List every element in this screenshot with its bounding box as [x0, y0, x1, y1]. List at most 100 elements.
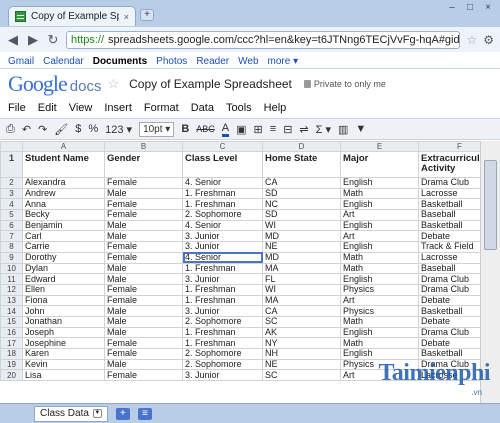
table-cell[interactable]: English [340, 177, 419, 189]
font-size-dropdown[interactable]: 10pt ▾ [139, 121, 175, 137]
table-cell[interactable]: English [340, 219, 419, 232]
row-number[interactable]: 10 [0, 262, 23, 275]
row-number[interactable]: 1 [0, 151, 23, 178]
align-icon[interactable]: ≡ [270, 123, 276, 135]
table-cell[interactable]: Male [104, 219, 183, 232]
row-number[interactable]: 8 [0, 241, 23, 253]
reload-icon[interactable]: ↻ [46, 32, 60, 48]
table-cell[interactable]: Female [104, 241, 183, 253]
table-cell[interactable]: SD [262, 187, 341, 200]
table-cell[interactable]: Fiona [22, 294, 105, 307]
close-tab-icon[interactable]: × [124, 12, 129, 22]
bookmark-star-icon[interactable]: ☆ [466, 33, 477, 47]
table-cell[interactable]: NH [262, 348, 341, 360]
table-cell[interactable]: Lisa [22, 369, 105, 382]
table-cell[interactable]: Male [104, 358, 183, 371]
table-cell[interactable]: Physics [340, 305, 419, 317]
row-number[interactable]: 5 [0, 209, 23, 221]
table-cell[interactable]: 2. Sophomore [182, 358, 263, 371]
menu-format[interactable]: Format [144, 102, 179, 114]
row-number[interactable]: 7 [0, 230, 23, 243]
table-cell[interactable]: Carl [22, 230, 105, 243]
table-cell[interactable]: 3. Junior [182, 369, 263, 382]
menu-file[interactable]: File [8, 102, 26, 114]
gbar-link-web[interactable]: Web [238, 56, 258, 67]
row-number[interactable]: 11 [0, 273, 23, 285]
doc-title[interactable]: Copy of Example Spreadsheet [129, 77, 292, 91]
table-cell[interactable]: NE [262, 358, 341, 371]
table-cell[interactable]: 1. Freshman [182, 294, 263, 307]
wrap-icon[interactable]: ⇌ [299, 123, 308, 136]
row-number[interactable]: 6 [0, 219, 23, 232]
table-cell[interactable]: 3. Junior [182, 241, 263, 253]
menu-insert[interactable]: Insert [104, 102, 132, 114]
wrench-icon[interactable]: ⚙ [483, 33, 494, 47]
column-header[interactable]: A [22, 141, 105, 152]
merge-icon[interactable]: ⊟ [283, 123, 292, 136]
table-cell[interactable]: 2. Sophomore [182, 209, 263, 221]
table-cell[interactable]: 1. Freshman [182, 326, 263, 339]
sheet-list-button[interactable]: ≡ [137, 407, 152, 420]
table-cell[interactable]: 4. Senior [182, 219, 263, 232]
table-cell[interactable]: Carrie [22, 241, 105, 253]
table-cell[interactable]: Jonathan [22, 315, 105, 328]
table-cell[interactable]: Physics [340, 283, 419, 296]
row-number[interactable]: 18 [0, 348, 23, 360]
table-cell[interactable]: English [340, 326, 419, 339]
table-cell[interactable]: Female [104, 251, 183, 264]
table-cell[interactable]: MA [262, 262, 341, 275]
table-cell[interactable]: Male [104, 230, 183, 243]
table-cell[interactable]: MD [262, 230, 341, 243]
table-cell[interactable]: Female [104, 283, 183, 296]
table-cell[interactable]: NY [262, 337, 341, 349]
menu-edit[interactable]: Edit [38, 102, 57, 114]
sum-dropdown[interactable]: Σ ▾ [316, 123, 331, 136]
table-cell[interactable]: Art [340, 209, 419, 221]
filter-icon[interactable]: ▼ [355, 123, 366, 135]
browser-tab[interactable]: Copy of Example Spreadsheet × [8, 6, 136, 26]
star-icon[interactable]: ☆ [107, 76, 119, 92]
table-cell[interactable]: Female [104, 209, 183, 221]
table-cell[interactable]: Alexandra [22, 177, 105, 189]
table-cell[interactable]: Male [104, 262, 183, 275]
row-number[interactable]: 13 [0, 294, 23, 307]
gbar-link-gmail[interactable]: Gmail [8, 56, 34, 67]
number-format-dropdown[interactable]: 123 ▾ [105, 123, 132, 136]
table-cell[interactable]: MA [262, 294, 341, 307]
table-cell[interactable]: Female [104, 294, 183, 307]
table-cell[interactable]: Benjamin [22, 219, 105, 232]
gbar-link-more[interactable]: more ▾ [268, 56, 299, 67]
paint-format-icon[interactable]: 🖌 [54, 123, 68, 136]
row-number[interactable]: 19 [0, 358, 23, 371]
row-number[interactable]: 16 [0, 326, 23, 339]
table-cell[interactable]: 4. Senior [182, 251, 263, 264]
table-cell[interactable]: Female [104, 369, 183, 382]
table-cell[interactable]: 1. Freshman [182, 187, 263, 200]
close-window-icon[interactable]: × [482, 3, 494, 13]
table-cell[interactable]: Edward [22, 273, 105, 285]
back-icon[interactable]: ◀ [6, 32, 20, 48]
table-cell[interactable]: Becky [22, 209, 105, 221]
table-cell[interactable]: Math [340, 337, 419, 349]
row-number[interactable]: 12 [0, 283, 23, 296]
header-cell[interactable]: Major [340, 151, 419, 178]
header-cell[interactable]: Home State [262, 151, 341, 178]
percent-button[interactable]: % [88, 123, 98, 135]
chart-icon[interactable]: ▥ [338, 123, 348, 136]
strikethrough-button[interactable]: ABC [196, 124, 215, 134]
table-cell[interactable]: 1. Freshman [182, 283, 263, 296]
row-number[interactable]: 17 [0, 337, 23, 349]
row-number[interactable]: 4 [0, 198, 23, 211]
gbar-link-reader[interactable]: Reader [196, 56, 229, 67]
select-all-corner[interactable] [0, 141, 23, 152]
table-cell[interactable]: Math [340, 251, 419, 264]
table-cell[interactable]: Anna [22, 198, 105, 211]
column-header[interactable]: C [182, 141, 263, 152]
menu-view[interactable]: View [69, 102, 93, 114]
table-cell[interactable]: NC [262, 198, 341, 211]
table-cell[interactable]: MD [262, 251, 341, 264]
table-cell[interactable]: Art [340, 294, 419, 307]
table-cell[interactable]: Art [340, 230, 419, 243]
row-number[interactable]: 15 [0, 315, 23, 328]
table-cell[interactable]: Female [104, 337, 183, 349]
